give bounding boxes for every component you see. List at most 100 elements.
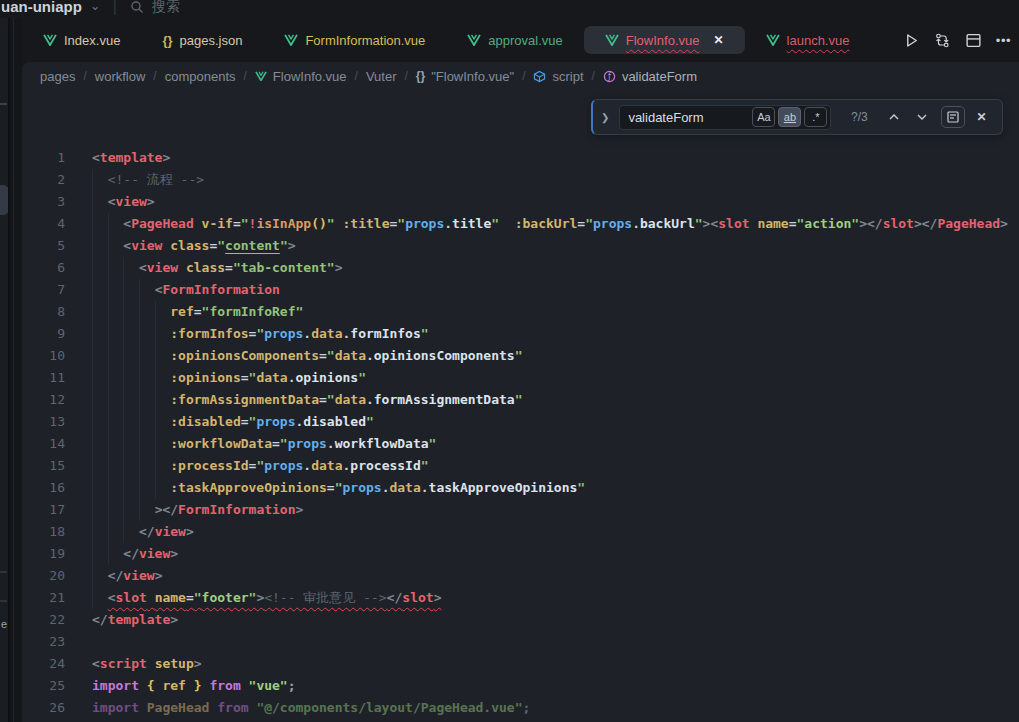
line-number: 2 <box>22 169 65 191</box>
tab-label: Index.vue <box>64 33 120 48</box>
tab-FlowInfo.vue[interactable]: FlowInfo.vue ✕ <box>584 26 745 54</box>
code-line: 10 :opinionsComponents="data.opinionsCom… <box>22 345 1019 367</box>
whole-word-button[interactable]: ab <box>778 107 801 127</box>
match-case-button[interactable]: Aa <box>752 107 775 127</box>
divider: | <box>113 0 117 16</box>
find-results-count: ?/3 <box>831 110 887 124</box>
code-line: 14 :workflowData="props.workflowData" <box>22 433 1019 455</box>
code-line: 1<template> <box>22 147 1019 169</box>
code-line: 8 ref="formInfoRef" <box>22 301 1019 323</box>
breadcrumb-item-script[interactable]: script <box>533 69 583 84</box>
breadcrumb-separator: / <box>405 69 408 83</box>
breadcrumb: pages / workflow / components / FlowInfo.vue / V… <box>22 62 1019 90</box>
tab-Index.vue[interactable]: Index.vue <box>22 26 141 54</box>
line-number: 13 <box>22 411 65 433</box>
selection-icon <box>946 110 960 124</box>
line-number: 10 <box>22 345 65 367</box>
line-number: 12 <box>22 389 65 411</box>
split-editor-button[interactable] <box>965 32 982 49</box>
svg-text:ƒ: ƒ <box>607 71 612 81</box>
vue-icon <box>467 34 481 46</box>
code-line: 2 <!-- 流程 --> <box>22 169 1019 191</box>
line-number: 3 <box>22 191 65 213</box>
tab-FormInformation.vue[interactable]: FormInformation.vue <box>263 26 446 54</box>
code-line: 4 <PageHead v-if="!isInApp()" :title="pr… <box>22 213 1019 235</box>
code-line: 22</template> <box>22 609 1019 631</box>
line-number: 8 <box>22 301 65 323</box>
find-in-selection-button[interactable] <box>941 106 965 128</box>
code-line: 25import { ref } from "vue"; <box>22 675 1019 697</box>
more-actions-button[interactable]: ••• <box>996 33 1011 48</box>
find-close-button[interactable]: ✕ <box>976 110 986 124</box>
breadcrumb-item-workflow[interactable]: workflow <box>95 69 146 84</box>
code-line: 6 <view class="tab-content"> <box>22 257 1019 279</box>
line-number: 1 <box>22 147 65 169</box>
breadcrumb-separator: / <box>244 69 247 83</box>
line-number: 14 <box>22 433 65 455</box>
line-number: 23 <box>22 631 65 653</box>
code-editor[interactable]: 1<template>2 <!-- 流程 -->3 <view>4 <PageH… <box>22 90 1019 722</box>
module-icon <box>533 70 546 83</box>
line-number: 15 <box>22 455 65 477</box>
breadcrumb-item-FlowInfovue[interactable]: FlowInfo.vue <box>255 69 347 84</box>
regex-button[interactable]: .* <box>804 107 827 127</box>
find-expand-chevron[interactable]: ❯ <box>601 112 609 123</box>
tab-bar: Index.vue {}pages.json FormInformation.vue… <box>22 18 1019 62</box>
code-line: 18 </view> <box>22 521 1019 543</box>
line-number: 24 <box>22 653 65 675</box>
tab-launch.vue[interactable]: launch.vue <box>745 26 871 54</box>
code-line: 26import PageHead from "@/components/lay… <box>22 697 1019 719</box>
vue-icon <box>43 34 57 46</box>
line-number: 4 <box>22 213 65 235</box>
code-line: 19 </view> <box>22 543 1019 565</box>
breadcrumb-separator: / <box>83 69 86 83</box>
find-previous-button[interactable] <box>887 110 901 124</box>
close-icon[interactable]: ✕ <box>713 33 723 47</box>
code-line: 23 <box>22 631 1019 653</box>
breadcrumb-item-FlowInfovue[interactable]: {}"FlowInfo.vue" <box>416 69 514 84</box>
breadcrumb-separator: / <box>592 69 595 83</box>
tab-label: launch.vue <box>787 33 850 48</box>
vue-icon <box>766 34 780 46</box>
line-number: 6 <box>22 257 65 279</box>
find-input[interactable]: validateForm Aa ab .* <box>619 105 831 130</box>
tab-label: pages.json <box>180 33 243 48</box>
code-line: 5 <view class="content"> <box>22 235 1019 257</box>
line-number: 26 <box>22 697 65 719</box>
code-line: 21 <slot name="footer"><!-- 审批意见 --></sl… <box>22 587 1019 609</box>
window-title: uan-uniapp <box>1 0 82 15</box>
swap-button[interactable] <box>934 32 951 49</box>
code-line: 17 ></FormInformation> <box>22 499 1019 521</box>
search-placeholder: 搜索 <box>152 0 180 16</box>
breadcrumb-separator: / <box>522 69 525 83</box>
global-search[interactable]: 搜索 <box>130 0 180 16</box>
line-number: 21 <box>22 587 65 609</box>
line-number: 22 <box>22 609 65 631</box>
line-number: 16 <box>22 477 65 499</box>
code-line: 12 :formAssignmentData="data.formAssignm… <box>22 389 1019 411</box>
tab-approval.vue[interactable]: approval.vue <box>446 26 583 54</box>
code-line: 7 <FormInformation <box>22 279 1019 301</box>
line-number: 5 <box>22 235 65 257</box>
run-button[interactable] <box>903 32 920 49</box>
search-icon <box>130 0 144 14</box>
breadcrumb-item-components[interactable]: components <box>165 69 236 84</box>
tab-label: FlowInfo.vue <box>626 33 700 48</box>
method-icon: ƒ <box>603 70 616 83</box>
line-number: 17 <box>22 499 65 521</box>
tab-pages.json[interactable]: {}pages.json <box>141 26 263 54</box>
find-widget: ❯ validateForm Aa ab .* ?/3 ✕ <box>591 99 1003 135</box>
find-next-button[interactable] <box>915 110 929 124</box>
line-number: 18 <box>22 521 65 543</box>
code-line: 13 :disabled="props.disabled" <box>22 411 1019 433</box>
code-line: 16 :taskApproveOpinions="props.data.task… <box>22 477 1019 499</box>
chevron-down-icon[interactable]: ⌄ <box>90 0 101 13</box>
breadcrumb-separator: / <box>153 69 156 83</box>
line-number: 9 <box>22 323 65 345</box>
code-line: 15 :processId="props.data.processId" <box>22 455 1019 477</box>
editor-panel: pages / workflow / components / FlowInfo.vue / V… <box>22 62 1019 722</box>
breadcrumb-item-Vuter[interactable]: Vuter <box>366 69 397 84</box>
breadcrumb-item-validateForm[interactable]: ƒvalidateForm <box>603 69 697 84</box>
breadcrumb-item-pages[interactable]: pages <box>40 69 75 84</box>
tab-label: FormInformation.vue <box>305 33 425 48</box>
